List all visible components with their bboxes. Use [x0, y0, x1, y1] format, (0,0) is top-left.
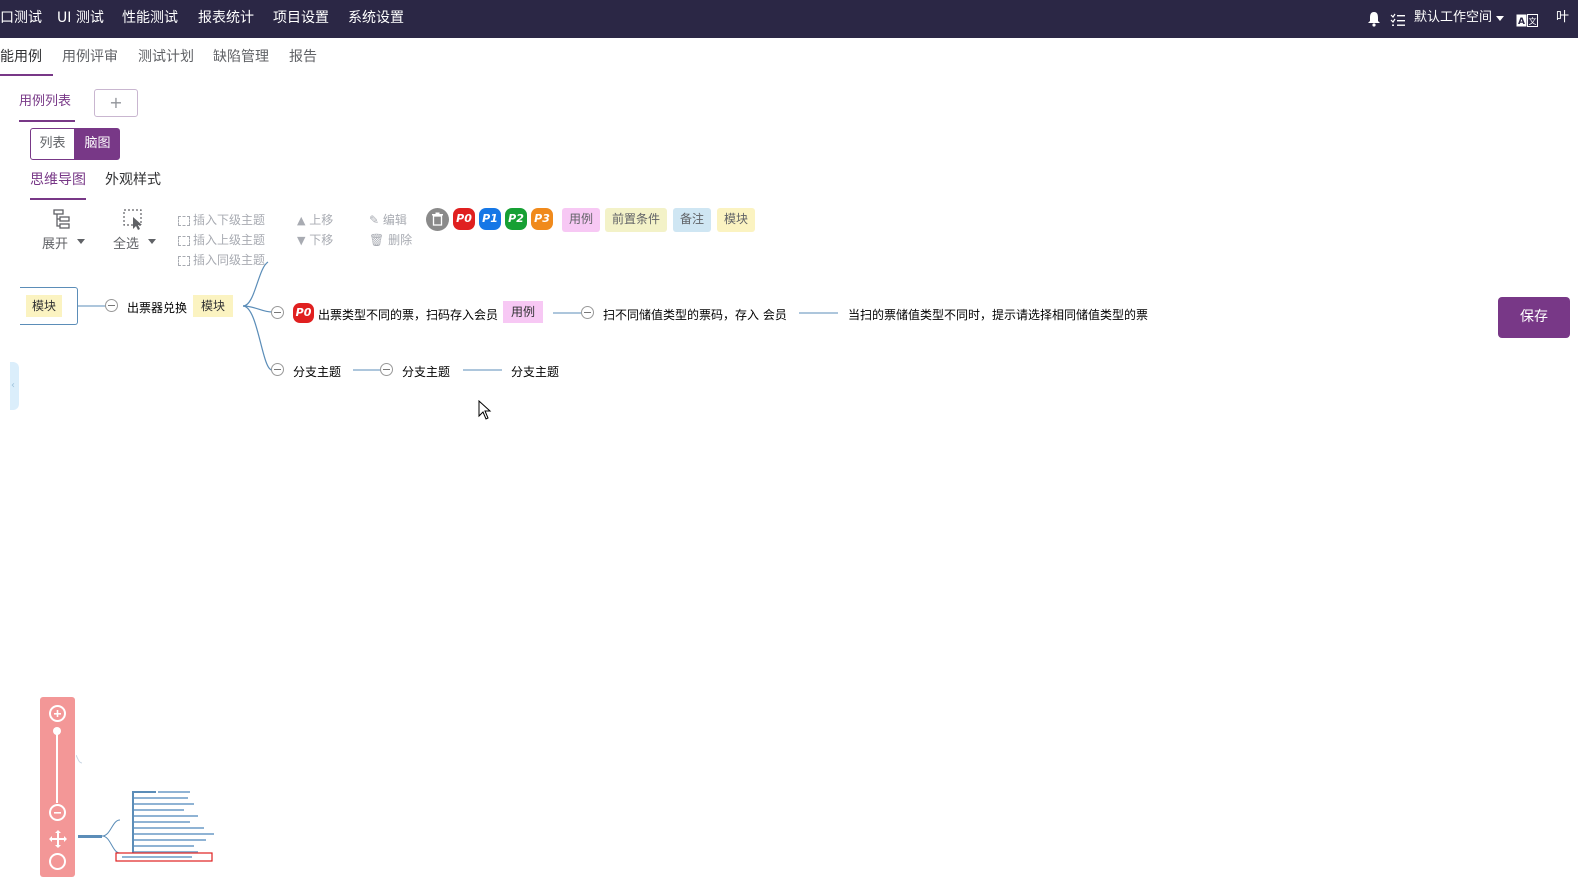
- mouse-cursor-icon: [478, 399, 492, 420]
- zoom-slider[interactable]: [56, 733, 58, 803]
- mindmap-node-case[interactable]: 出票类型不同的票，扫码存入会员: [318, 306, 498, 323]
- collapse-branch1-icon[interactable]: [271, 363, 284, 376]
- root-node[interactable]: 模块: [20, 287, 78, 325]
- mindmap-node-ticket-exchange[interactable]: 出票器兑换: [127, 299, 187, 316]
- collapse-node2-icon[interactable]: [271, 306, 284, 319]
- task-list-icon[interactable]: [1390, 12, 1406, 26]
- mindmap-node-expected[interactable]: 当扫的票储值类型不同时，提示请选择相同储值类型的票: [848, 306, 1148, 323]
- mindmap-connectors: [78, 261, 838, 371]
- mindmap-node-branch[interactable]: 分支主题: [293, 363, 341, 380]
- collapse-node1-icon[interactable]: [105, 299, 118, 312]
- minimap[interactable]: [76, 755, 216, 867]
- mindmap-node-branch[interactable]: 分支主题: [402, 363, 450, 380]
- zoom-slider-handle[interactable]: [53, 727, 61, 735]
- mindmap-node-step[interactable]: 扫不同储值类型的票码，存入 会员: [603, 306, 787, 323]
- move-canvas-icon[interactable]: [48, 829, 68, 849]
- sidebar-toggle[interactable]: ‹: [10, 362, 19, 410]
- save-button[interactable]: 保存: [1498, 297, 1570, 338]
- chevron-down-icon[interactable]: [1496, 16, 1504, 21]
- language-icon[interactable]: A文: [1516, 12, 1538, 27]
- collapse-branch2-icon[interactable]: [380, 363, 393, 376]
- zoom-out-icon[interactable]: [49, 804, 66, 821]
- node1-module-tag: 模块: [193, 295, 234, 317]
- user-avatar-name[interactable]: 叶: [1556, 0, 1569, 38]
- bell-icon[interactable]: [1367, 11, 1381, 27]
- chevron-left-icon: ‹: [11, 380, 15, 391]
- zoom-panel: [40, 697, 75, 877]
- locate-icon[interactable]: [49, 853, 66, 870]
- mindmap-node-branch[interactable]: 分支主题: [511, 363, 559, 380]
- root-module-tag: 模块: [26, 295, 63, 317]
- zoom-in-icon[interactable]: [49, 705, 66, 722]
- node2-case-tag: 用例: [503, 301, 544, 323]
- svg-text:文: 文: [1529, 16, 1537, 26]
- collapse-node3-icon[interactable]: [581, 306, 594, 319]
- node2-priority-badge: P0: [293, 303, 314, 323]
- svg-text:A: A: [1518, 17, 1525, 27]
- workspace-selector[interactable]: 默认工作空间: [1414, 0, 1492, 38]
